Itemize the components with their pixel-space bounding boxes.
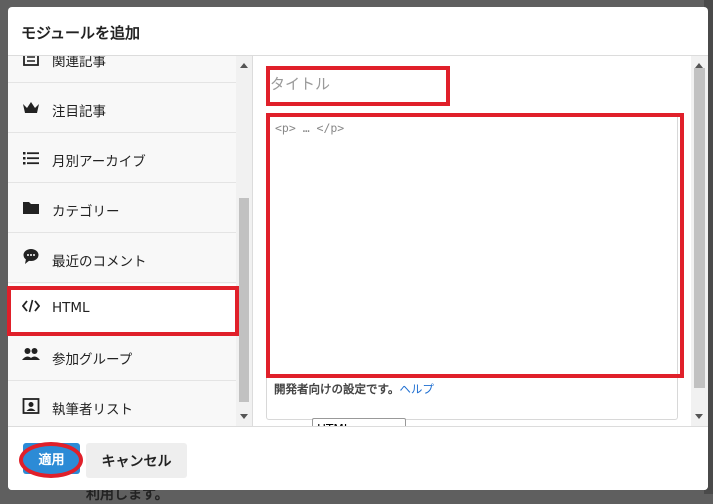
folder-icon xyxy=(22,199,40,217)
scroll-down-icon[interactable] xyxy=(695,414,703,419)
scrollbar-thumb[interactable] xyxy=(694,68,705,388)
sidebar-item-label: 参加グループ xyxy=(52,352,133,368)
sidebar-item-authors[interactable]: 執筆者リスト xyxy=(8,382,236,426)
help-link[interactable]: ヘルプ xyxy=(399,382,434,396)
scroll-down-icon[interactable] xyxy=(240,414,248,419)
list-icon xyxy=(22,149,40,167)
comment-icon xyxy=(22,247,40,265)
add-module-dialog: モジュールを追加 関連記事 注目記事 月別アーカイブ カテゴリー 最近のコメント… xyxy=(8,7,708,490)
apply-button[interactable]: 適用 xyxy=(23,443,80,474)
sidebar-item-html[interactable]: HTML xyxy=(8,284,236,333)
sidebar-scrollbar[interactable] xyxy=(236,56,252,426)
sidebar-item-groups[interactable]: 参加グループ xyxy=(8,332,236,381)
html-code-editor[interactable] xyxy=(267,115,677,375)
content-scrollbar[interactable] xyxy=(691,56,708,426)
sidebar-item-categories[interactable]: カテゴリー xyxy=(8,184,236,233)
sidebar-item-featured-articles[interactable]: 注目記事 xyxy=(8,84,236,133)
sidebar-item-label: カテゴリー xyxy=(52,204,120,220)
crown-icon xyxy=(22,99,40,117)
scroll-up-icon[interactable] xyxy=(240,63,248,68)
sidebar-item-label: 関連記事 xyxy=(52,56,106,70)
module-settings-panel: 開発者向けの設定です。ヘルプ モード HTML xyxy=(253,56,691,440)
dialog-header: モジュールを追加 xyxy=(8,7,708,56)
sidebar-item-related-articles[interactable]: 関連記事 xyxy=(8,56,236,83)
developer-note-text: 開発者向けの設定です。 xyxy=(274,382,400,396)
module-list: 関連記事 注目記事 月別アーカイブ カテゴリー 最近のコメント HTML 参加グ… xyxy=(8,56,236,426)
dialog-title: モジュールを追加 xyxy=(21,24,140,42)
dialog-footer: 適用 キャンセル xyxy=(8,426,708,490)
group-icon xyxy=(22,345,40,363)
sidebar-item-label: 月別アーカイブ xyxy=(52,154,146,170)
sidebar-item-monthly-archive[interactable]: 月別アーカイブ xyxy=(8,134,236,183)
sidebar-item-label: 注目記事 xyxy=(52,104,106,120)
sidebar-item-label: 最近のコメント xyxy=(52,254,147,270)
title-input[interactable] xyxy=(266,68,449,100)
sidebar-item-recent-comments[interactable]: 最近のコメント xyxy=(8,234,236,283)
cancel-button[interactable]: キャンセル xyxy=(86,443,187,478)
list-box-icon xyxy=(22,56,40,68)
contact-card-icon xyxy=(22,397,40,415)
scrollbar-thumb[interactable] xyxy=(239,198,249,402)
developer-note: 開発者向けの設定です。ヘルプ xyxy=(274,381,434,397)
code-icon xyxy=(21,297,41,315)
sidebar-item-label: 執筆者リスト xyxy=(52,402,133,418)
sidebar-item-label: HTML xyxy=(52,300,90,316)
